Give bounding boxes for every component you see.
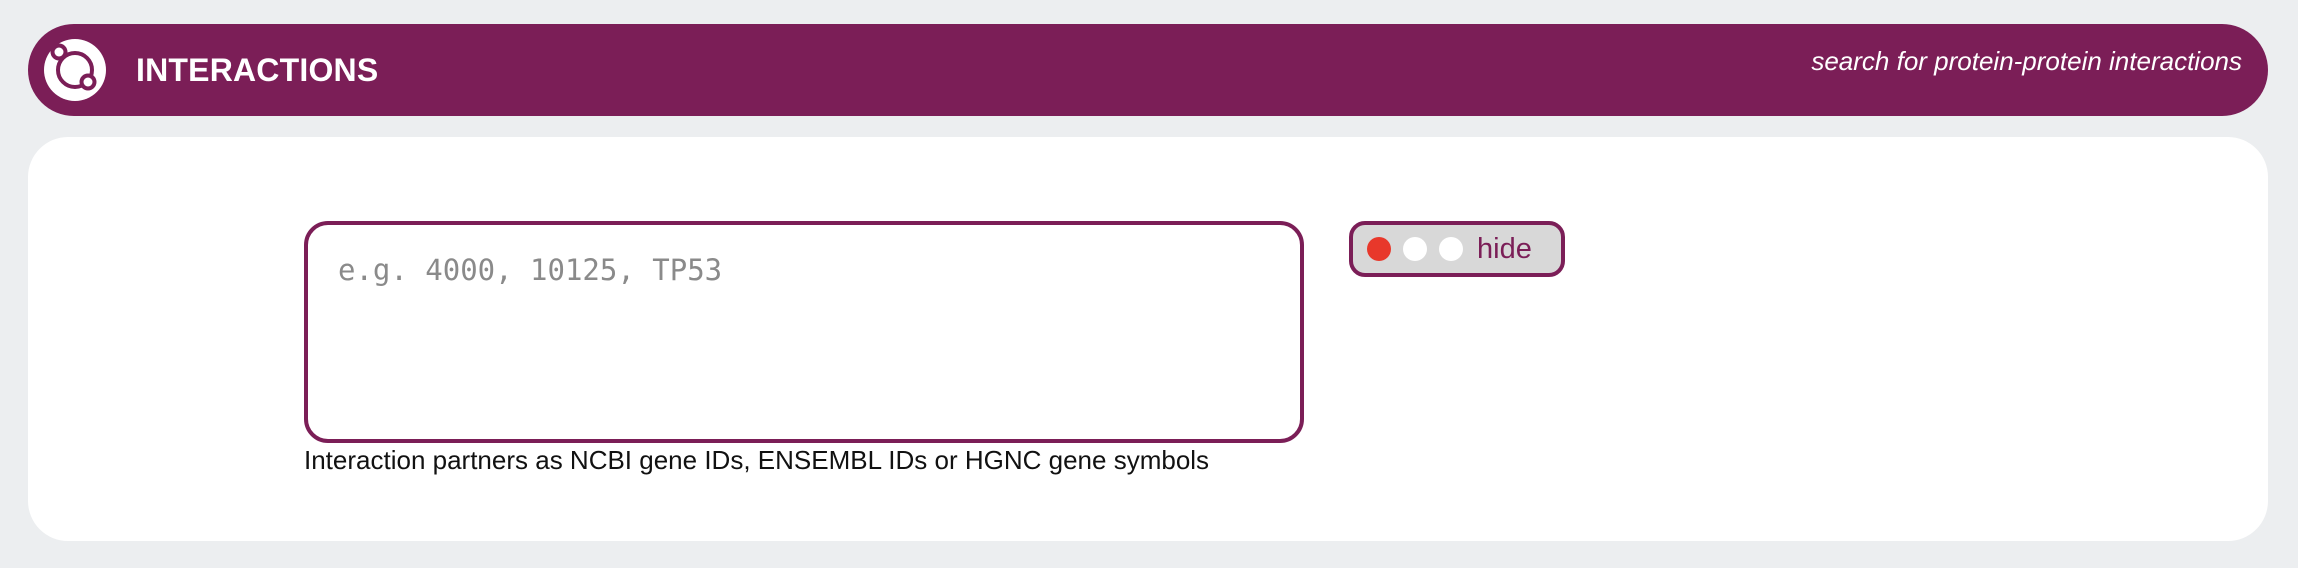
search-panel: Interaction partners as NCBI gene IDs, E… [28,137,2268,541]
toggle-option-2[interactable] [1403,237,1427,261]
page-title: INTERACTIONS [136,52,379,88]
toggle-option-1[interactable] [1367,237,1391,261]
hide-label[interactable]: hide [1477,232,1532,266]
header-tagline: search for protein-protein interactions [1811,46,2242,76]
interactions-network-icon [44,39,106,101]
input-hint: Interaction partners as NCBI gene IDs, E… [304,445,1210,475]
tool-header: INTERACTIONS search for protein-protein … [28,24,2268,116]
gene-id-input[interactable] [304,221,1304,443]
visibility-toggle[interactable]: hide [1349,221,1565,277]
toggle-option-3[interactable] [1439,237,1463,261]
